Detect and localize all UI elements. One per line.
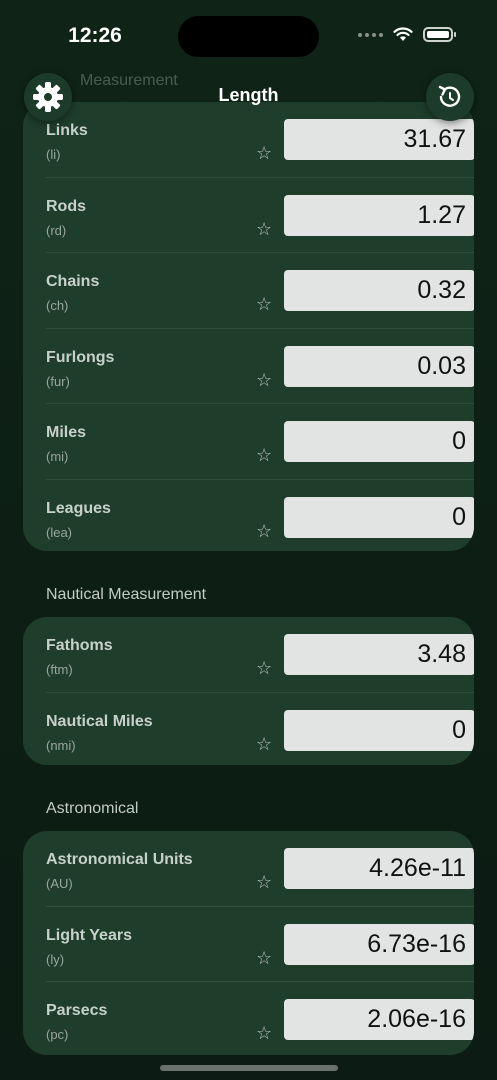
unit-abbreviation: (ly)	[46, 951, 65, 967]
unit-name: Miles	[46, 424, 87, 442]
value-field[interactable]: 0	[284, 421, 474, 463]
unit-name: Leagues	[46, 499, 111, 517]
home-indicator[interactable]	[160, 1065, 338, 1071]
cellular-signal-icon	[358, 32, 383, 37]
unit-row-chains: Chains (ch) ☆ 0.32	[46, 253, 474, 329]
unit-row-miles: Miles (mi) ☆ 0	[46, 404, 474, 480]
value-field[interactable]: 4.26e-11	[284, 848, 474, 889]
unit-row-links: Links (li) ☆ 31.67	[46, 102, 474, 178]
section-header-nautical: Nautical Measurement	[46, 586, 207, 603]
unit-name: Nautical Miles	[46, 712, 153, 730]
value-field[interactable]: 31.67	[284, 119, 474, 160]
unit-abbreviation: (ftm)	[46, 662, 73, 677]
unit-abbreviation: (pc)	[46, 1027, 69, 1043]
value-field[interactable]: 0	[284, 496, 474, 538]
unit-abbreviation: (li)	[46, 147, 61, 162]
unit-row-fathoms: Fathoms (ftm) ☆ 3.48	[46, 617, 474, 693]
unit-row-light-years: Light Years (ly) ☆ 6.73e-16	[46, 907, 474, 983]
unit-abbreviation: (mi)	[46, 449, 69, 465]
page-title: Length	[218, 85, 279, 105]
settings-button[interactable]	[24, 73, 72, 121]
length-units-card: Links (li) ☆ 31.67 Rods (rd) ☆ 1.27 Chai…	[23, 102, 474, 551]
dynamic-island	[178, 16, 319, 57]
rotate-ccw-icon	[438, 85, 461, 107]
unit-abbreviation: (AU)	[46, 876, 73, 891]
reset-button[interactable]	[426, 73, 474, 121]
unit-row-parsecs: Parsecs (pc) ☆ 2.06e-16	[46, 982, 474, 1055]
screen: 12:26 Measurement Length Links (li) ☆ 31…	[0, 0, 497, 1080]
favorite-star-icon[interactable]: ☆	[256, 446, 272, 464]
astronomical-units-card: Astronomical Units (AU) ☆ 4.26e-11 Light…	[23, 831, 474, 1055]
unit-abbreviation: (ch)	[46, 298, 69, 314]
value-field[interactable]: 2.06e-16	[284, 999, 474, 1041]
status-time: 12:26	[68, 24, 122, 47]
favorite-star-icon[interactable]: ☆	[256, 144, 272, 162]
unit-row-nautical-miles: Nautical Miles (nmi) ☆ 0	[46, 693, 474, 765]
unit-abbreviation: (fur)	[46, 373, 70, 389]
unit-row-astronomical-units: Astronomical Units (AU) ☆ 4.26e-11	[46, 831, 474, 907]
unit-row-leagues: Leagues (lea) ☆ 0	[46, 480, 474, 551]
favorite-star-icon[interactable]: ☆	[256, 295, 272, 313]
value-field[interactable]: 1.27	[284, 194, 474, 236]
favorite-star-icon[interactable]: ☆	[256, 522, 272, 540]
gear-icon	[33, 82, 63, 112]
favorite-star-icon[interactable]: ☆	[256, 949, 272, 967]
wifi-icon	[393, 27, 413, 41]
favorite-star-icon[interactable]: ☆	[256, 873, 272, 891]
unit-name: Links	[46, 122, 88, 139]
unit-abbreviation: (nmi)	[46, 737, 76, 753]
value-field[interactable]: 3.48	[284, 634, 474, 675]
favorite-star-icon[interactable]: ☆	[256, 220, 272, 238]
unit-row-rods: Rods (rd) ☆ 1.27	[46, 178, 474, 254]
unit-name: Rods	[46, 197, 86, 215]
unit-name: Astronomical Units	[46, 851, 193, 868]
value-field[interactable]: 0.03	[284, 345, 474, 387]
favorite-star-icon[interactable]: ☆	[256, 659, 272, 677]
favorite-star-icon[interactable]: ☆	[256, 371, 272, 389]
value-field[interactable]: 0.32	[284, 270, 474, 312]
battery-icon	[423, 27, 456, 42]
unit-row-furlongs: Furlongs (fur) ☆ 0.03	[46, 329, 474, 405]
favorite-star-icon[interactable]: ☆	[256, 1024, 272, 1042]
unit-name: Fathoms	[46, 637, 113, 654]
section-header-astronomical: Astronomical	[46, 800, 139, 817]
value-field[interactable]: 6.73e-16	[284, 923, 474, 965]
unit-abbreviation: (lea)	[46, 524, 73, 540]
unit-name: Light Years	[46, 926, 132, 944]
value-field[interactable]: 0	[284, 709, 474, 751]
unit-name: Parsecs	[46, 1002, 108, 1020]
nautical-units-card: Fathoms (ftm) ☆ 3.48 Nautical Miles (nmi…	[23, 617, 474, 765]
unit-abbreviation: (rd)	[46, 222, 67, 238]
unit-name: Chains	[46, 273, 100, 291]
status-icons	[358, 27, 456, 42]
unit-name: Furlongs	[46, 348, 115, 366]
favorite-star-icon[interactable]: ☆	[256, 735, 272, 753]
